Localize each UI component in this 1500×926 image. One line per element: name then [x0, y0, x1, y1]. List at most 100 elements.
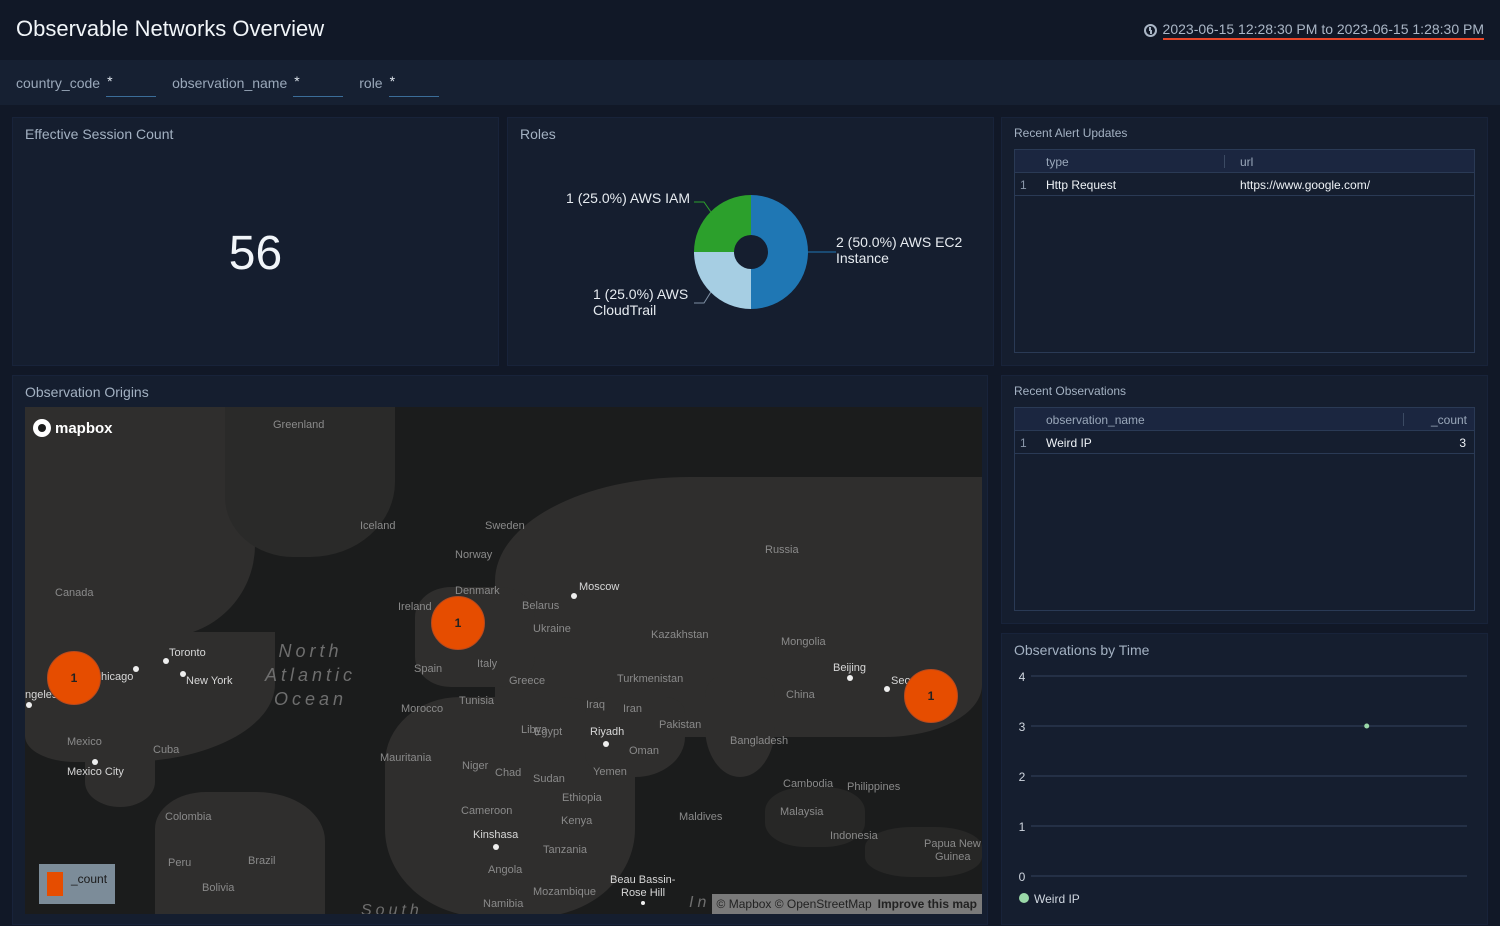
observations-panel: Recent Observations observation_name _co… — [1001, 375, 1488, 624]
map-cluster-marker[interactable]: 1 — [904, 669, 958, 723]
map-label: Malaysia — [780, 806, 824, 818]
map-label: Beau Bassin- — [610, 874, 676, 886]
pie-slice-label: 1 (25.0%) AWS — [593, 286, 688, 302]
city-marker — [493, 844, 499, 850]
map-label: Kinshasa — [473, 829, 519, 841]
roles-panel: Roles 2 (50.0%) AWS EC2 Instance 1 (25.0%)… — [507, 117, 994, 366]
map-cluster-marker[interactable]: 1 — [431, 596, 485, 650]
map-label: Niger — [462, 760, 489, 772]
world-map[interactable]: mapbox Greenland Iceland Sweden Norway R… — [25, 407, 982, 914]
map-label: Morocco — [401, 703, 444, 715]
origins-panel: Observation Origins mapbox Greenland Ice… — [12, 375, 988, 925]
column-resize-handle[interactable] — [1224, 155, 1225, 168]
pie-slice-label: 1 (25.0%) AWS IAM — [566, 190, 690, 206]
map-label: Greenland — [273, 419, 325, 431]
mapbox-logo-icon — [33, 419, 51, 437]
pie-label-leader — [694, 292, 712, 304]
cell-observation-name: Weird IP — [1046, 436, 1092, 450]
map-label: Beijing — [833, 662, 867, 674]
y-tick-label: 0 — [1019, 870, 1026, 884]
legend-label: _count — [71, 872, 108, 886]
city-marker — [26, 702, 32, 708]
map-label: Mozambique — [533, 886, 596, 898]
pie-slice-label: 2 (50.0%) AWS EC2 — [836, 234, 963, 250]
improve-map-link[interactable]: Improve this map — [878, 897, 977, 911]
city-marker — [884, 686, 890, 692]
table-row[interactable]: 1 Http Request https://www.google.com/ — [1015, 173, 1474, 196]
time-range-picker[interactable]: 2023-06-15 12:28:30 PM to 2023-06-15 1:2… — [1143, 21, 1484, 40]
column-header-type[interactable]: type — [1046, 155, 1069, 169]
filter-input[interactable]: * — [388, 69, 439, 97]
map-label: Mexico — [67, 736, 102, 748]
map-label: China — [786, 689, 815, 701]
time-range-text[interactable]: 2023-06-15 12:28:30 PM to 2023-06-15 1:2… — [1162, 21, 1484, 40]
alerts-table: type url 1 Http Request https://www.goog… — [1014, 149, 1475, 353]
map-label: Cameroon — [461, 805, 513, 817]
pie-slice[interactable] — [751, 195, 808, 309]
cell-type: Http Request — [1046, 178, 1117, 192]
column-header-count[interactable]: _count — [1431, 413, 1467, 427]
map-label: Kenya — [561, 815, 593, 827]
panel-title: Recent Observations — [1014, 384, 1127, 398]
map-label: Chad — [495, 767, 522, 779]
map-label: Ireland — [398, 601, 432, 613]
map-label: Turkmenistan — [617, 673, 684, 685]
map-label: Peru — [168, 857, 192, 869]
row-number: 1 — [1020, 436, 1027, 450]
map-label: Oman — [629, 745, 659, 757]
column-resize-handle[interactable] — [1403, 413, 1404, 426]
map-label: Cuba — [153, 744, 180, 756]
map-label: Mexico City — [67, 766, 124, 778]
clock-icon — [1143, 24, 1157, 37]
mapbox-logo[interactable]: mapbox — [33, 419, 113, 437]
map-label: Denmark — [455, 585, 500, 597]
map-legend: _count — [39, 864, 115, 904]
alerts-panel: Recent Alert Updates type url 1 Http Req… — [1001, 117, 1488, 366]
filter-observation-name[interactable]: observation_name * — [172, 69, 344, 97]
panel-title: Observation Origins — [25, 384, 149, 400]
map-label: Russia — [765, 544, 799, 556]
cell-count: 3 — [1459, 436, 1466, 450]
attribution-text[interactable]: © Mapbox © OpenStreetMap — [717, 897, 872, 911]
map-label: Maldives — [679, 811, 723, 823]
map-label: Papua New — [924, 838, 981, 850]
table-row[interactable]: 1 Weird IP 3 — [1015, 431, 1474, 454]
legend-marker — [1019, 893, 1029, 903]
map-label: Norway — [455, 549, 493, 561]
row-number: 1 — [1020, 178, 1027, 192]
map-label: Namibia — [483, 898, 524, 910]
legend-label[interactable]: Weird IP — [1034, 892, 1080, 906]
map-label: Mauritania — [380, 752, 432, 764]
session-count-panel: Effective Session Count 56 — [12, 117, 499, 366]
map-label: Colombia — [165, 811, 212, 823]
map-label: New York — [186, 675, 233, 687]
pie-slice[interactable] — [694, 195, 751, 252]
by-time-panel: Observations by Time 0 1 2 3 4 Weird IP — [1001, 633, 1488, 925]
column-header-url[interactable]: url — [1240, 155, 1253, 169]
map-label: Tanzania — [543, 844, 588, 856]
map-label: Kazakhstan — [651, 629, 709, 641]
filter-bar: country_code * observation_name * role * — [0, 60, 1500, 105]
map-label: Pakistan — [659, 719, 702, 731]
ocean-label: North Atlantic Ocean — [265, 641, 357, 709]
y-tick-label: 1 — [1019, 820, 1026, 834]
filter-country-code[interactable]: country_code * — [16, 69, 157, 97]
y-tick-label: 4 — [1019, 670, 1026, 684]
map-label: Moscow — [579, 581, 620, 593]
map-label: hicago — [101, 671, 134, 683]
y-tick-label: 3 — [1019, 720, 1026, 734]
filter-role[interactable]: role * — [359, 69, 439, 97]
data-point[interactable] — [1364, 723, 1370, 729]
map-label: Philippines — [847, 781, 901, 793]
cell-url[interactable]: https://www.google.com/ — [1240, 178, 1370, 192]
column-header-observation-name[interactable]: observation_name — [1046, 413, 1145, 427]
map-label: Iraq — [586, 699, 605, 711]
pie-slice[interactable] — [694, 252, 751, 309]
filter-input[interactable]: * — [106, 69, 157, 97]
filter-input[interactable]: * — [293, 69, 344, 97]
pie-slice-label: Instance — [836, 250, 889, 266]
map-cluster-marker[interactable]: 1 — [47, 651, 101, 705]
map-label: Ukraine — [533, 623, 571, 635]
map-attribution: © Mapbox © OpenStreetMap Improve this ma… — [711, 894, 982, 914]
map-label: Toronto — [169, 647, 206, 659]
